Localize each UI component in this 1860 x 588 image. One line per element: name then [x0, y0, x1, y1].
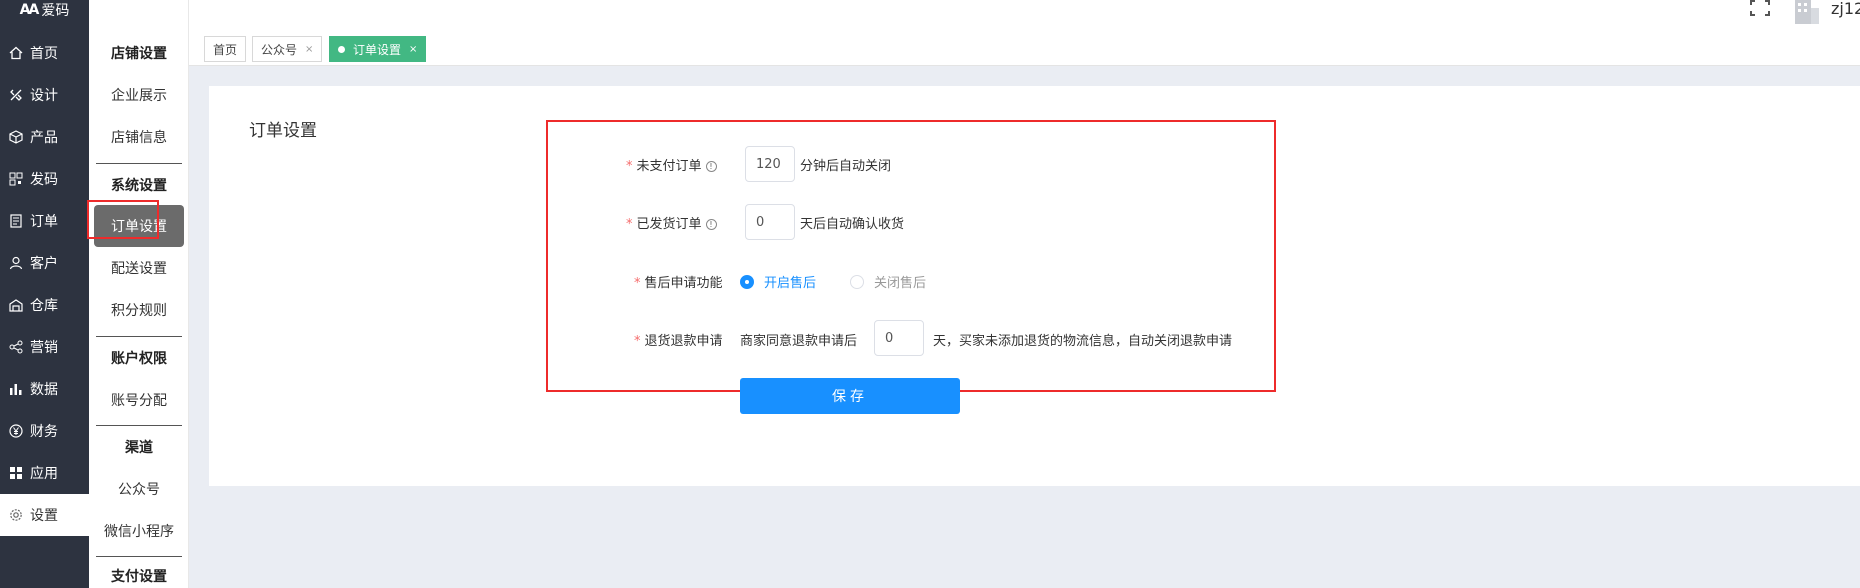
subnav-item-delivery[interactable]: 配送设置	[89, 247, 189, 289]
label-text: 未支付订单	[636, 159, 702, 174]
tab-official-account[interactable]: 公众号 ×	[252, 36, 323, 62]
nav-item-label: 发码	[30, 172, 58, 188]
unpaid-minutes-input[interactable]	[745, 146, 795, 182]
radio-label: 关闭售后	[874, 276, 927, 291]
warehouse-icon	[9, 298, 23, 312]
subnav-item-store[interactable]: 店铺信息	[89, 116, 189, 158]
page-title: 订单设置	[249, 121, 317, 141]
save-button[interactable]: 保存	[740, 378, 960, 414]
shipped-days-input[interactable]	[745, 204, 795, 240]
nav-item-label: 财务	[30, 424, 58, 440]
nav-item-label: 数据	[30, 382, 58, 398]
nav-item-data[interactable]: 数据	[0, 368, 89, 410]
main-nav: AA 爱码 首页 设计 产品 发码 订单 客户 仓库 营销 数据 财务 应用 设…	[0, 0, 89, 588]
nav-item-apps[interactable]: 应用	[0, 452, 89, 494]
aftersale-on-radio[interactable]: 开启售后	[740, 272, 816, 291]
shipped-suffix: 天后自动确认收货	[800, 217, 905, 232]
top-bar: zj12	[189, 0, 1860, 32]
nav-item-design[interactable]: 设计	[0, 74, 89, 116]
logo: AA 爱码	[0, 0, 89, 20]
nav-item-home[interactable]: 首页	[0, 32, 89, 74]
subnav-item-official[interactable]: 公众号	[89, 468, 189, 510]
refund-label: * 退货退款申请	[634, 330, 723, 349]
info-icon: !	[705, 161, 717, 172]
refund-days-input[interactable]	[874, 320, 924, 356]
nav-item-warehouse[interactable]: 仓库	[0, 284, 89, 326]
unpaid-suffix: 分钟后自动关闭	[800, 159, 892, 174]
nav-item-marketing[interactable]: 营销	[0, 326, 89, 368]
nav-item-label: 仓库	[30, 298, 58, 314]
tab-order-settings[interactable]: 订单设置 ×	[329, 36, 427, 62]
radio-unchecked-icon	[850, 274, 864, 289]
apps-icon	[9, 466, 23, 480]
tab-label: 订单设置	[353, 42, 402, 57]
close-icon[interactable]: ×	[305, 44, 313, 55]
radio-checked-icon	[740, 274, 754, 289]
share-icon	[9, 340, 23, 354]
tab-home[interactable]: 首页	[204, 36, 247, 62]
active-dot-icon	[338, 45, 345, 53]
nav-item-label: 客户	[30, 256, 58, 272]
nav-item-label: 营销	[30, 340, 58, 356]
refund-suffix: 天，买家未添加退货的物流信息，自动关闭退款申请	[933, 334, 1233, 349]
gear-icon	[9, 508, 23, 522]
nav-item-finance[interactable]: 财务	[0, 410, 89, 452]
nav-item-label: 应用	[30, 466, 58, 482]
nav-item-settings[interactable]: 设置	[0, 494, 89, 536]
subnav-item-account[interactable]: 账号分配	[89, 379, 189, 421]
nav-item-label: 首页	[30, 46, 58, 62]
refund-prefix: 商家同意退款申请后	[740, 334, 858, 349]
tabs-bar	[189, 32, 1860, 66]
close-icon[interactable]: ×	[409, 44, 417, 55]
yen-icon	[9, 424, 23, 438]
nav-item-order[interactable]: 订单	[0, 200, 89, 242]
highlight-box-order-settings	[87, 200, 159, 239]
aftersale-label: * 售后申请功能	[634, 272, 723, 291]
label-text: 已发货订单	[636, 217, 702, 232]
subnav-item-points[interactable]: 积分规则	[89, 289, 189, 331]
nav-item-label: 设计	[30, 88, 58, 104]
required-mark: *	[634, 276, 641, 291]
nav-item-label: 产品	[30, 130, 58, 146]
nav-item-qrcode[interactable]: 发码	[0, 158, 89, 200]
radio-label: 开启售后	[764, 276, 817, 291]
settings-subnav: 店铺设置 企业展示 店铺信息 系统设置 订单设置 配送设置 积分规则 账户权限 …	[89, 0, 189, 588]
nav-item-product[interactable]: 产品	[0, 116, 89, 158]
aftersale-off-radio[interactable]: 关闭售后	[850, 272, 926, 291]
required-mark: *	[634, 334, 641, 349]
subnav-item-company[interactable]: 企业展示	[89, 74, 189, 116]
nav-item-label: 设置	[30, 508, 58, 524]
tab-label: 首页	[213, 42, 238, 57]
customer-icon	[9, 256, 23, 270]
shipped-order-label: * 已发货订单!	[626, 213, 717, 232]
fullscreen-icon[interactable]	[1749, 0, 1771, 16]
required-mark: *	[626, 217, 633, 232]
logo-mark: AA	[19, 2, 40, 18]
design-icon	[9, 88, 23, 102]
unpaid-order-label: * 未支付订单!	[626, 155, 717, 174]
chart-icon	[9, 382, 23, 396]
subnav-group-store: 店铺设置	[111, 46, 167, 62]
username[interactable]: zj12	[1831, 0, 1860, 18]
label-text: 售后申请功能	[644, 276, 723, 291]
info-icon: !	[705, 219, 717, 230]
product-icon	[9, 130, 23, 144]
required-mark: *	[626, 159, 633, 174]
tab-label: 公众号	[261, 42, 298, 57]
label-text: 退货退款申请	[644, 334, 723, 349]
nav-item-label: 订单	[30, 214, 58, 230]
qrcode-icon	[9, 172, 23, 186]
subnav-group-payment: 支付设置	[111, 569, 167, 585]
home-icon	[9, 46, 23, 60]
subnav-group-channel: 渠道	[125, 440, 153, 456]
logo-text: 爱码	[41, 3, 70, 19]
nav-item-customer[interactable]: 客户	[0, 242, 89, 284]
order-icon	[9, 214, 23, 228]
subnav-group-account: 账户权限	[111, 351, 167, 367]
subnav-item-miniapp[interactable]: 微信小程序	[89, 510, 189, 552]
avatar[interactable]	[1791, 0, 1821, 24]
